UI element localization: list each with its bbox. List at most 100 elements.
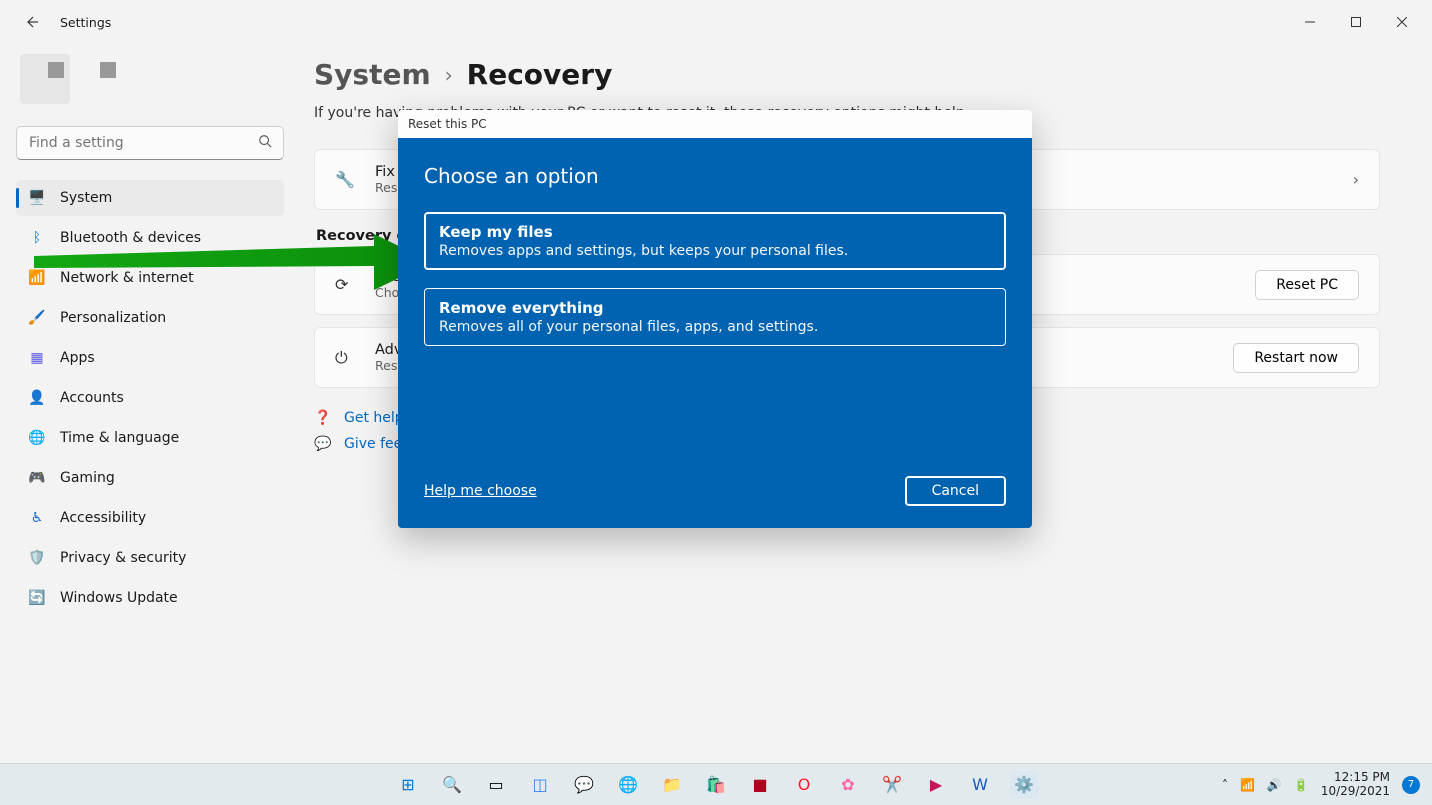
account-header[interactable] bbox=[16, 54, 284, 104]
bluetooth-icon: ᛒ bbox=[28, 230, 46, 246]
sidebar-item-apps[interactable]: ▦ Apps bbox=[16, 340, 284, 376]
close-icon bbox=[1397, 17, 1407, 27]
sidebar-item-system[interactable]: 🖥️ System bbox=[16, 180, 284, 216]
window-title: Settings bbox=[60, 15, 111, 30]
option-keep-files[interactable]: Keep my files Removes apps and settings,… bbox=[424, 212, 1006, 270]
reset-pc-button[interactable]: Reset PC bbox=[1255, 270, 1359, 300]
dialog-title-bar: Reset this PC bbox=[398, 110, 1032, 138]
apps-icon: ▦ bbox=[28, 350, 46, 366]
search-container bbox=[16, 126, 284, 160]
sidebar-item-label: Privacy & security bbox=[60, 550, 186, 566]
store-icon: 🛍️ bbox=[706, 775, 726, 794]
back-button[interactable] bbox=[16, 7, 46, 37]
search-icon bbox=[258, 134, 272, 152]
feedback-icon: 💬 bbox=[314, 436, 332, 452]
sidebar-item-privacy[interactable]: 🛡️ Privacy & security bbox=[16, 540, 284, 576]
chevron-up-icon[interactable]: ˄ bbox=[1222, 778, 1228, 792]
avatar-icon bbox=[20, 54, 70, 104]
gamepad-icon: 🎮 bbox=[28, 470, 46, 486]
sidebar-item-accessibility[interactable]: ♿ Accessibility bbox=[16, 500, 284, 536]
sidebar-item-label: Accessibility bbox=[60, 510, 146, 526]
opera-icon: O bbox=[798, 775, 811, 794]
widgets[interactable]: ◫ bbox=[526, 771, 554, 799]
shield-icon: 🛡️ bbox=[28, 550, 46, 566]
app-icon: ✿ bbox=[841, 775, 854, 794]
sidebar: 🖥️ System ᛒ Bluetooth & devices 📶 Networ… bbox=[0, 44, 300, 763]
battery-icon[interactable]: 🔋 bbox=[1294, 778, 1309, 792]
tray-time: 12:15 PM bbox=[1321, 771, 1390, 785]
help-me-choose-link[interactable]: Help me choose bbox=[424, 483, 537, 499]
sidebar-item-bluetooth[interactable]: ᛒ Bluetooth & devices bbox=[16, 220, 284, 256]
option-title: Remove everything bbox=[439, 299, 991, 317]
search-input[interactable] bbox=[16, 126, 284, 160]
notification-badge[interactable]: 7 bbox=[1402, 776, 1420, 794]
chevron-right-icon: › bbox=[445, 63, 453, 87]
app-purple[interactable]: ▶ bbox=[922, 771, 950, 799]
widgets-icon: ◫ bbox=[532, 775, 547, 794]
wifi-icon: 📶 bbox=[28, 270, 46, 286]
chevron-right-icon: › bbox=[1353, 170, 1359, 189]
cancel-button[interactable]: Cancel bbox=[905, 476, 1006, 506]
sidebar-item-label: Time & language bbox=[60, 430, 179, 446]
sidebar-item-label: Accounts bbox=[60, 390, 124, 406]
app-pink[interactable]: ✿ bbox=[834, 771, 862, 799]
sidebar-item-label: Windows Update bbox=[60, 590, 178, 606]
system-tray: ˄ 📶 🔊 🔋 12:15 PM 10/29/2021 7 bbox=[1222, 771, 1420, 799]
sidebar-item-personalization[interactable]: 🖌️ Personalization bbox=[16, 300, 284, 336]
tray-date: 10/29/2021 bbox=[1321, 785, 1390, 799]
opera[interactable]: O bbox=[790, 771, 818, 799]
option-sub: Removes apps and settings, but keeps you… bbox=[439, 243, 991, 259]
scissors-icon: ✂️ bbox=[882, 775, 902, 794]
taskbar: ⊞ 🔍 ▭ ◫ 💬 🌐 📁 🛍️ ■ O ✿ ✂️ ▶ W ⚙️ ˄ 📶 🔊 🔋… bbox=[0, 763, 1432, 805]
breadcrumb-parent[interactable]: System bbox=[314, 58, 431, 91]
restart-now-button[interactable]: Restart now bbox=[1233, 343, 1359, 373]
dialog-body: Choose an option Keep my files Removes a… bbox=[398, 138, 1032, 528]
system-icon: 🖥️ bbox=[28, 190, 46, 206]
option-title: Keep my files bbox=[439, 223, 991, 241]
sidebar-item-accounts[interactable]: 👤 Accounts bbox=[16, 380, 284, 416]
option-remove-everything[interactable]: Remove everything Removes all of your pe… bbox=[424, 288, 1006, 346]
update-icon: 🔄 bbox=[28, 590, 46, 606]
breadcrumb-current: Recovery bbox=[467, 58, 613, 91]
start-button[interactable]: ⊞ bbox=[394, 771, 422, 799]
file-explorer[interactable]: 📁 bbox=[658, 771, 686, 799]
app-icon: ▶ bbox=[930, 775, 942, 794]
dialog-title: Reset this PC bbox=[408, 117, 487, 131]
chat-icon: 💬 bbox=[574, 775, 594, 794]
sidebar-item-update[interactable]: 🔄 Windows Update bbox=[16, 580, 284, 616]
arrow-left-icon bbox=[23, 14, 39, 30]
edge[interactable]: 🌐 bbox=[614, 771, 642, 799]
dialog-reset-pc: Reset this PC Choose an option Keep my f… bbox=[398, 110, 1032, 528]
minimize-button[interactable] bbox=[1288, 7, 1332, 37]
maximize-button[interactable] bbox=[1334, 7, 1378, 37]
sidebar-item-gaming[interactable]: 🎮 Gaming bbox=[16, 460, 284, 496]
accessibility-icon: ♿ bbox=[28, 510, 46, 526]
gear-icon: ⚙️ bbox=[1014, 775, 1034, 794]
sidebar-item-label: Bluetooth & devices bbox=[60, 230, 201, 246]
chat[interactable]: 💬 bbox=[570, 771, 598, 799]
taskbar-search[interactable]: 🔍 bbox=[438, 771, 466, 799]
wifi-icon[interactable]: 📶 bbox=[1240, 778, 1255, 792]
app-icon: ■ bbox=[752, 775, 767, 794]
store[interactable]: 🛍️ bbox=[702, 771, 730, 799]
word[interactable]: W bbox=[966, 771, 994, 799]
close-button[interactable] bbox=[1380, 7, 1424, 37]
minimize-icon bbox=[1305, 17, 1315, 27]
sidebar-item-label: Gaming bbox=[60, 470, 115, 486]
volume-icon[interactable]: 🔊 bbox=[1267, 778, 1282, 792]
link-label[interactable]: Get help bbox=[344, 410, 404, 426]
app-red[interactable]: ■ bbox=[746, 771, 774, 799]
search-icon: 🔍 bbox=[442, 775, 462, 794]
task-view[interactable]: ▭ bbox=[482, 771, 510, 799]
power-icon: ⏻ bbox=[335, 348, 357, 368]
option-sub: Removes all of your personal files, apps… bbox=[439, 319, 991, 335]
paintbrush-icon: 🖌️ bbox=[28, 310, 46, 326]
sidebar-item-network[interactable]: 📶 Network & internet bbox=[16, 260, 284, 296]
maximize-icon bbox=[1351, 17, 1361, 27]
person-icon: 👤 bbox=[28, 390, 46, 406]
clock[interactable]: 12:15 PM 10/29/2021 bbox=[1321, 771, 1390, 799]
settings-taskbar[interactable]: ⚙️ bbox=[1010, 771, 1038, 799]
sidebar-item-time[interactable]: 🌐 Time & language bbox=[16, 420, 284, 456]
word-icon: W bbox=[972, 775, 988, 794]
snip[interactable]: ✂️ bbox=[878, 771, 906, 799]
